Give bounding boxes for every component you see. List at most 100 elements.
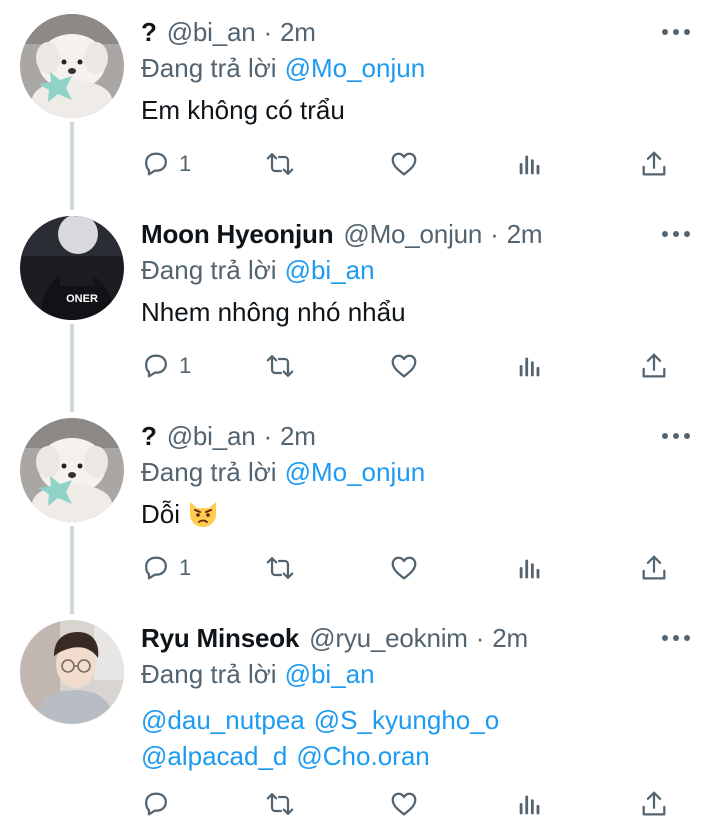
reply-icon	[145, 152, 167, 176]
tweet-actions: 1	[141, 348, 681, 384]
more-options-icon[interactable]	[662, 25, 690, 39]
reply-icon	[145, 354, 167, 378]
white-puppy-avatar[interactable]	[20, 418, 124, 522]
user-handle[interactable]: @ryu_eoknim	[309, 623, 468, 654]
heart-icon	[391, 152, 417, 176]
timestamp[interactable]: 2m	[280, 17, 316, 48]
tweet-actions: 1	[141, 146, 681, 182]
separator-dot: ·	[490, 218, 499, 249]
timestamp[interactable]: 2m	[280, 421, 316, 452]
like-button[interactable]	[389, 348, 419, 384]
reply-button[interactable]: 1	[141, 550, 191, 586]
replying-to-mention[interactable]: @bi_an	[285, 255, 375, 286]
tweet-header: Moon Hyeonjun @Mo_onjun · 2m	[141, 217, 650, 251]
replying-to: Đang trả lời @Mo_onjun	[141, 51, 425, 85]
retweet-button[interactable]	[265, 786, 295, 822]
tweet-text: Em không có trẩu	[141, 95, 345, 125]
person-glasses-avatar[interactable]	[20, 620, 124, 724]
tweet[interactable]: Ryu Minseok @ryu_eoknim · 2m Đang trả lờ…	[0, 606, 720, 840]
tweet-text-content: Dỗi	[141, 499, 181, 529]
replying-to-label: Đang trả lời	[141, 456, 277, 487]
views-button[interactable]	[515, 550, 545, 586]
tweet-text: Dỗi	[141, 496, 680, 532]
mention-link[interactable]: @dau_nutpea	[141, 705, 305, 735]
reply-count: 1	[179, 353, 192, 378]
replying-to: Đang trả lời @bi_an	[141, 253, 375, 287]
views-chart-icon	[519, 155, 540, 175]
retweet-icon	[266, 557, 294, 579]
pouting-cat-emoji	[190, 502, 217, 527]
tweet[interactable]: ? @bi_an · 2m Đang trả lời @Mo_onjun Dỗi…	[0, 404, 720, 606]
like-button[interactable]	[389, 550, 419, 586]
display-name[interactable]: ?	[141, 421, 157, 452]
share-button[interactable]	[639, 348, 669, 384]
retweet-icon	[266, 355, 294, 377]
replying-to-label: Đang trả lời	[141, 254, 277, 285]
tweet[interactable]: ? @bi_an · 2m Đang trả lời @Mo_onjun Em …	[0, 0, 720, 202]
more-options-icon[interactable]	[662, 227, 690, 241]
timestamp[interactable]: 2m	[507, 219, 543, 250]
views-button[interactable]	[515, 348, 545, 384]
user-handle[interactable]: @bi_an	[167, 421, 256, 452]
separator-dot: ·	[263, 16, 273, 47]
tweet-header: Ryu Minseok @ryu_eoknim · 2m	[141, 621, 650, 655]
tweet-text: Nhem nhông nhó nhẩu	[141, 297, 406, 327]
tweet-text: @dau_nutpea @S_kyungho_o @alpacad_d @Cho.o…	[141, 702, 680, 774]
separator-dot: ·	[263, 420, 273, 451]
reply-button[interactable]	[141, 786, 171, 822]
heart-icon	[391, 556, 417, 580]
share-button[interactable]	[639, 786, 669, 822]
tweet[interactable]: ONER Moon Hyeonjun @Mo_onjun · 2m Đang t…	[0, 202, 720, 404]
reply-button[interactable]: 1	[141, 348, 191, 384]
user-handle[interactable]: @bi_an	[167, 17, 256, 48]
replying-to-mention[interactable]: @Mo_onjun	[285, 457, 426, 488]
views-chart-icon	[519, 559, 540, 579]
share-button[interactable]	[639, 146, 669, 182]
retweet-button[interactable]	[265, 348, 295, 384]
replying-to-label: Đang trả lời	[141, 52, 277, 83]
display-name[interactable]: ?	[141, 17, 157, 48]
oner-jersey-avatar[interactable]: ONER	[20, 216, 124, 320]
reply-icon	[145, 556, 167, 580]
svg-text:ONER: ONER	[66, 293, 98, 305]
reply-icon	[145, 792, 167, 816]
display-name[interactable]: Ryu Minseok	[141, 623, 299, 654]
mentions-line: @alpacad_d @Cho.oran	[141, 738, 680, 774]
heart-icon	[391, 354, 417, 378]
like-button[interactable]	[389, 146, 419, 182]
views-button[interactable]	[515, 146, 545, 182]
replying-to-mention[interactable]: @bi_an	[285, 659, 375, 690]
replying-to-label: Đang trả lời	[141, 658, 277, 689]
user-handle[interactable]: @Mo_onjun	[343, 219, 482, 250]
more-options-icon[interactable]	[662, 631, 690, 645]
views-chart-icon	[519, 357, 540, 377]
timestamp[interactable]: 2m	[492, 623, 528, 654]
tweet-header: ? @bi_an · 2m	[141, 15, 650, 49]
retweet-button[interactable]	[265, 146, 295, 182]
share-icon	[642, 151, 666, 176]
heart-icon	[391, 792, 417, 816]
mention-link[interactable]: @S_kyungho_o	[314, 705, 499, 735]
like-button[interactable]	[389, 786, 419, 822]
share-button[interactable]	[639, 550, 669, 586]
retweet-button[interactable]	[265, 550, 295, 586]
display-name[interactable]: Moon Hyeonjun	[141, 219, 334, 250]
share-icon	[642, 791, 666, 816]
retweet-icon	[266, 153, 294, 175]
share-icon	[642, 555, 666, 580]
replying-to-mention[interactable]: @Mo_onjun	[285, 53, 426, 84]
mention-link[interactable]: @Cho.oran	[296, 741, 429, 771]
share-icon	[642, 353, 666, 378]
mention-link[interactable]: @alpacad_d	[141, 741, 287, 771]
more-options-icon[interactable]	[662, 429, 690, 443]
reply-count: 1	[179, 151, 192, 176]
replying-to: Đang trả lời @Mo_onjun	[141, 455, 425, 489]
separator-dot: ·	[475, 622, 485, 653]
reply-button[interactable]: 1	[141, 146, 191, 182]
mentions-line: @dau_nutpea @S_kyungho_o	[141, 702, 680, 738]
tweet-header: ? @bi_an · 2m	[141, 419, 650, 453]
tweet-actions	[141, 786, 681, 822]
white-puppy-avatar[interactable]	[20, 14, 124, 118]
views-button[interactable]	[515, 786, 545, 822]
reply-count: 1	[179, 555, 192, 580]
